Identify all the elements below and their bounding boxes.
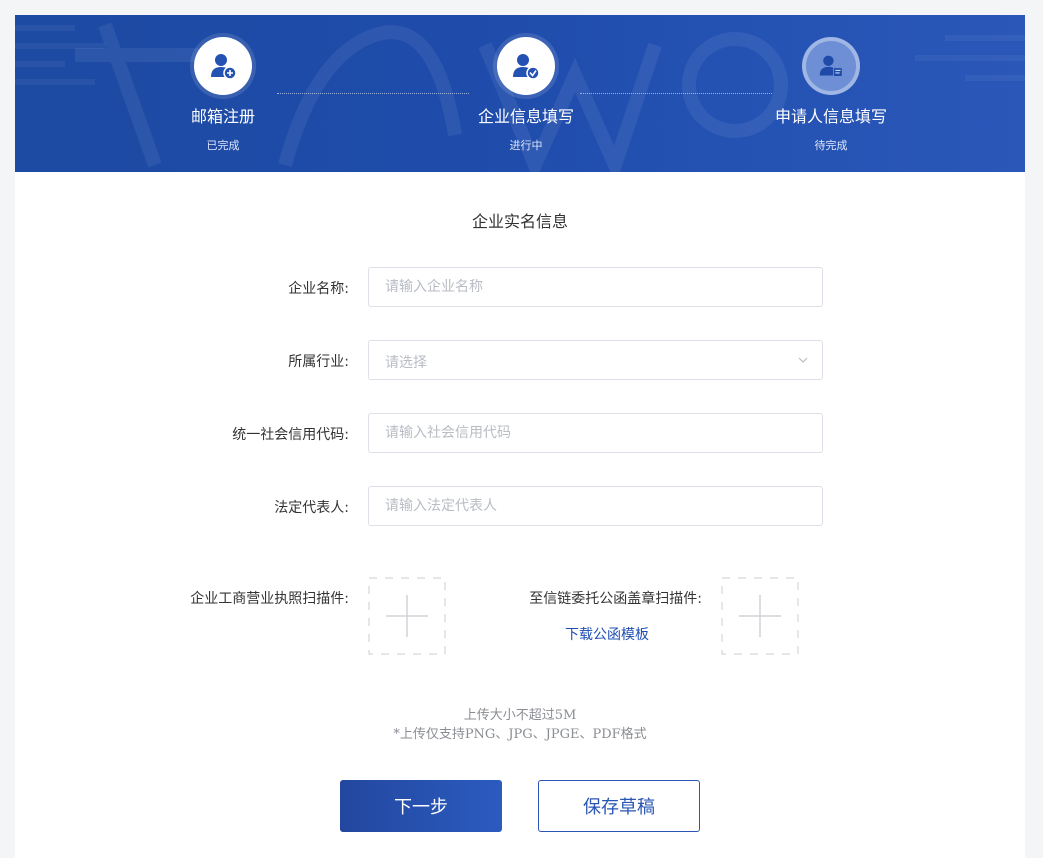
license-upload-label: 企业工商营业执照扫描件:	[190, 591, 349, 607]
step-2-title: 企业信息填写	[477, 107, 574, 126]
progress-steps: 邮箱注册 已完成 企业信息填写 进行中 申请人信息填写 待完成	[15, 15, 1025, 172]
next-step-button[interactable]: 下一步	[340, 780, 502, 832]
step-1-status: 已完成	[206, 139, 240, 152]
user-add-icon	[211, 54, 237, 80]
user-card-icon	[819, 55, 843, 77]
section-title: 企业实名信息	[471, 212, 568, 231]
company-name-field[interactable]	[368, 267, 823, 307]
step-connector-1	[277, 93, 469, 94]
industry-label: 所属行业:	[288, 354, 349, 370]
company-name-label: 企业名称:	[288, 281, 349, 297]
user-check-icon	[513, 54, 540, 80]
registration-panel: 邮箱注册 已完成 企业信息填写 进行中 申请人信息填写 待完成 企业实名信息 企…	[15, 15, 1025, 858]
credit-code-field[interactable]	[368, 413, 823, 453]
upload-format-note: *上传仅支持PNG、JPG、JPGE、PDF格式	[393, 727, 647, 742]
credit-code-label: 统一社会信用代码:	[232, 427, 349, 443]
credit-code-input[interactable]	[369, 414, 822, 452]
letter-upload-button[interactable]	[721, 577, 799, 655]
company-name-input[interactable]	[369, 268, 822, 306]
step-3-status: 待完成	[814, 139, 848, 152]
industry-select[interactable]: 请选择	[368, 340, 823, 380]
industry-select-placeholder: 请选择	[385, 355, 427, 371]
step-3-title: 申请人信息填写	[774, 107, 887, 126]
download-template-link[interactable]: 下载公函模板	[565, 624, 649, 644]
save-draft-button[interactable]: 保存草稿	[538, 780, 700, 832]
step-2-status: 进行中	[509, 139, 543, 152]
legal-rep-field[interactable]	[368, 486, 823, 526]
step-1-title: 邮箱注册	[190, 107, 255, 126]
chevron-down-icon	[798, 357, 808, 363]
step-2-badge	[497, 37, 555, 95]
letter-upload-label: 至信链委托公函盖章扫描件:	[529, 591, 702, 607]
step-connector-2	[580, 93, 772, 94]
legal-rep-input[interactable]	[369, 487, 822, 525]
legal-rep-label: 法定代表人:	[274, 500, 349, 516]
step-3-badge	[802, 37, 860, 95]
step-1-badge	[194, 37, 252, 95]
plus-icon	[721, 577, 799, 655]
upload-size-note: 上传大小不超过5M	[463, 708, 577, 723]
